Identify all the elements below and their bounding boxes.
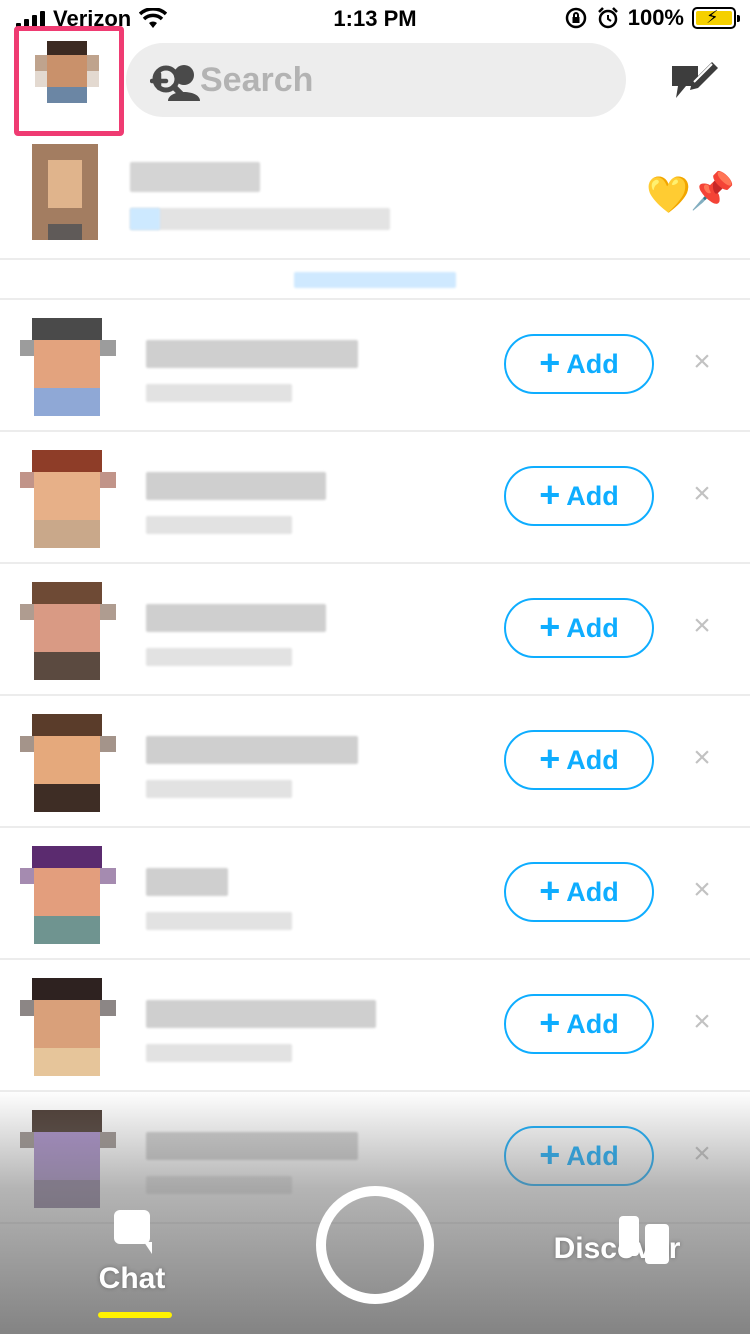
nav-chat-tab[interactable]: Chat bbox=[92, 1210, 172, 1296]
add-friend-button[interactable]: +Add bbox=[504, 862, 654, 922]
blurred-name bbox=[146, 472, 326, 500]
pinned-chat-row[interactable]: 💛 📌 bbox=[0, 140, 750, 248]
divider bbox=[0, 258, 750, 260]
blurred-name bbox=[146, 340, 358, 368]
alarm-icon bbox=[597, 7, 618, 29]
add-button-label: Add bbox=[566, 744, 619, 775]
avatar bbox=[20, 304, 116, 416]
quick-add-row[interactable]: +Add × bbox=[0, 696, 750, 828]
dismiss-close-icon[interactable]: × bbox=[686, 742, 718, 774]
gold-heart-icon: 💛 bbox=[646, 174, 691, 215]
blurred-name bbox=[146, 604, 326, 632]
battery-percent: 100% bbox=[627, 5, 684, 30]
dismiss-close-icon[interactable]: × bbox=[686, 1006, 718, 1038]
rotation-lock-icon bbox=[565, 7, 586, 29]
add-friend-icon[interactable] bbox=[150, 63, 202, 103]
add-button-label: Add bbox=[566, 1008, 619, 1039]
dismiss-close-icon[interactable]: × bbox=[686, 346, 718, 378]
blurred-status-accent bbox=[130, 208, 160, 230]
add-friend-button[interactable]: +Add bbox=[504, 334, 654, 394]
plus-icon: + bbox=[539, 737, 561, 779]
search-input[interactable] bbox=[200, 57, 520, 103]
dismiss-close-icon[interactable]: × bbox=[686, 478, 718, 510]
blurred-subtitle bbox=[146, 516, 292, 534]
new-chat-icon[interactable] bbox=[668, 56, 718, 104]
blurred-subtitle bbox=[146, 780, 292, 798]
add-friend-button[interactable]: +Add bbox=[504, 466, 654, 526]
nav-discover-tab[interactable]: Discover bbox=[552, 1214, 682, 1266]
plus-icon: + bbox=[539, 1001, 561, 1043]
avatar bbox=[32, 144, 98, 240]
quick-add-row[interactable]: +Add × bbox=[0, 828, 750, 960]
dismiss-close-icon[interactable]: × bbox=[686, 610, 718, 642]
plus-icon: + bbox=[539, 869, 561, 911]
blurred-name bbox=[130, 162, 260, 192]
chat-icon bbox=[114, 1210, 152, 1254]
blurred-subtitle bbox=[146, 648, 292, 666]
avatar bbox=[20, 436, 116, 548]
blurred-section-header bbox=[294, 272, 456, 288]
add-friend-button[interactable]: +Add bbox=[504, 598, 654, 658]
status-right: 100% ⚡ bbox=[564, 5, 740, 31]
blurred-subtitle bbox=[146, 912, 292, 930]
camera-capture-button[interactable] bbox=[316, 1186, 434, 1304]
blurred-name bbox=[146, 868, 228, 896]
add-friend-button[interactable]: +Add bbox=[504, 994, 654, 1054]
add-friend-button[interactable]: +Add bbox=[504, 730, 654, 790]
add-button-label: Add bbox=[566, 612, 619, 643]
quick-add-row[interactable]: +Add × bbox=[0, 432, 750, 564]
quick-add-row[interactable]: +Add × bbox=[0, 564, 750, 696]
blurred-name bbox=[146, 736, 358, 764]
active-tab-indicator bbox=[98, 1312, 172, 1318]
blurred-status bbox=[130, 208, 390, 230]
quick-add-row[interactable]: +Add × bbox=[0, 960, 750, 1092]
blurred-subtitle bbox=[146, 384, 292, 402]
avatar bbox=[20, 964, 116, 1076]
header bbox=[0, 26, 750, 136]
nav-chat-label: Chat bbox=[98, 1262, 166, 1295]
plus-icon: + bbox=[539, 605, 561, 647]
add-button-label: Add bbox=[566, 876, 619, 907]
pin-icon: 📌 bbox=[690, 170, 735, 211]
plus-icon: + bbox=[539, 341, 561, 383]
blurred-name bbox=[146, 1000, 376, 1028]
add-button-label: Add bbox=[566, 480, 619, 511]
plus-icon: + bbox=[539, 473, 561, 515]
blurred-subtitle bbox=[146, 1044, 292, 1062]
battery-icon: ⚡ bbox=[692, 7, 740, 29]
avatar bbox=[20, 700, 116, 812]
profile-avatar-button[interactable] bbox=[14, 26, 124, 136]
avatar bbox=[20, 568, 116, 680]
search-bar[interactable] bbox=[126, 43, 626, 117]
quick-add-row[interactable]: +Add × bbox=[0, 300, 750, 432]
avatar bbox=[20, 832, 116, 944]
dismiss-close-icon[interactable]: × bbox=[686, 874, 718, 906]
add-button-label: Add bbox=[566, 348, 619, 379]
